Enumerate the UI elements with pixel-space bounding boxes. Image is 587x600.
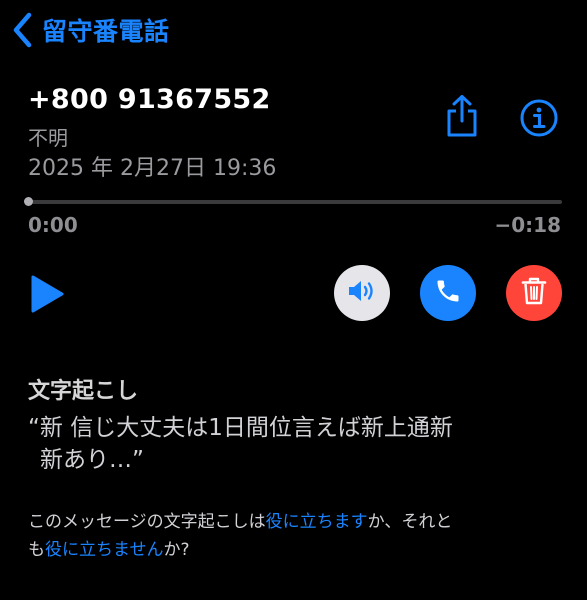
- playback-scrubber[interactable]: [24, 197, 562, 206]
- transcription-line-1: “新 信じ大丈夫は1日間位言えば新上通新: [28, 415, 453, 441]
- caller-number: +800 91367552: [28, 84, 271, 115]
- voicemail-date: 2025 年 2月27日 19:36: [28, 156, 277, 181]
- useful-link[interactable]: 役に立ちます: [266, 512, 368, 532]
- back-label: 留守番電話: [42, 17, 170, 46]
- remaining-time: −0:18: [494, 213, 561, 237]
- back-button[interactable]: 留守番電話: [12, 10, 170, 50]
- info-button[interactable]: [517, 98, 561, 142]
- feedback-suffix: か?: [163, 540, 190, 560]
- speaker-button[interactable]: [334, 265, 390, 321]
- delete-button[interactable]: [506, 265, 562, 321]
- trash-icon: [521, 276, 547, 310]
- call-back-button[interactable]: [420, 265, 476, 321]
- share-button[interactable]: [440, 94, 484, 142]
- elapsed-time: 0:00: [28, 213, 78, 237]
- speaker-icon: [346, 277, 378, 309]
- play-button[interactable]: [28, 272, 68, 316]
- scrubber-thumb[interactable]: [24, 197, 33, 206]
- feedback-middle-b: も: [28, 540, 45, 560]
- transcription-feedback: このメッセージの文字起こしは役に立ちますか、それとも役に立ちませんか?: [28, 508, 568, 564]
- not-useful-link[interactable]: 役に立ちません: [45, 540, 164, 560]
- phone-icon: [434, 277, 462, 309]
- feedback-middle-a: か、それと: [367, 512, 453, 532]
- share-icon: [444, 94, 480, 142]
- transcription-line-2: 新あり…”: [40, 447, 144, 473]
- transcription-text: “新 信じ大丈夫は1日間位言えば新上通新 新あり…”: [28, 412, 548, 476]
- caller-label: 不明: [28, 126, 68, 150]
- chevron-left-icon: [12, 10, 38, 50]
- info-icon: [519, 98, 559, 142]
- transcription-title: 文字起こし: [28, 379, 139, 404]
- feedback-prefix: このメッセージの文字起こしは: [28, 512, 266, 532]
- play-icon: [28, 275, 68, 320]
